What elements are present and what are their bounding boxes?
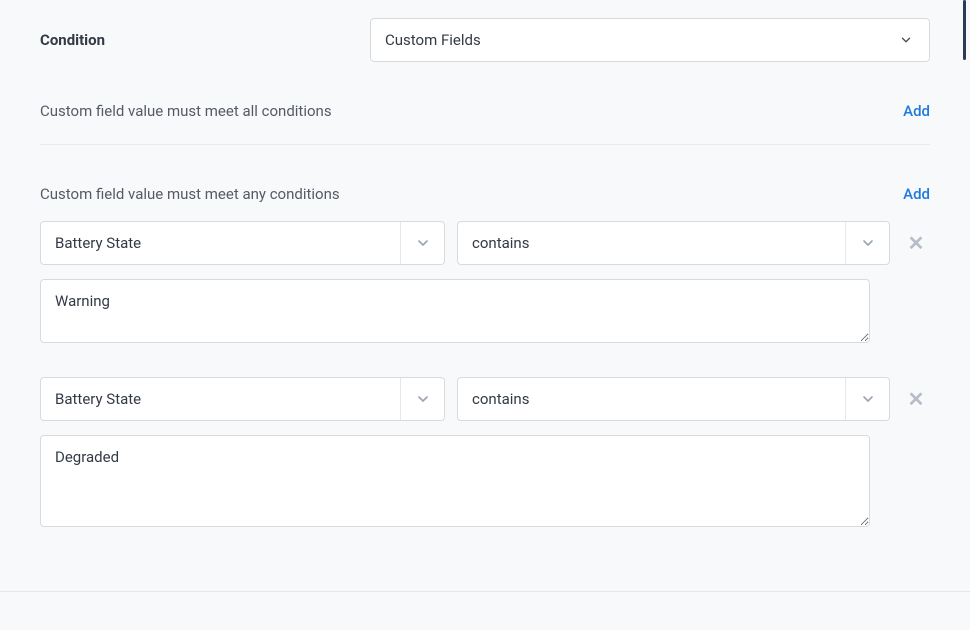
add-all-condition-button[interactable]: Add: [903, 102, 930, 120]
field-select-value: Battery State: [41, 378, 400, 420]
remove-condition-button[interactable]: ✕: [902, 385, 930, 413]
field-select[interactable]: Battery State: [40, 221, 445, 265]
operator-select[interactable]: contains: [457, 221, 890, 265]
remove-condition-button[interactable]: ✕: [902, 229, 930, 257]
scrollbar-indicator[interactable]: [963, 0, 966, 60]
value-textarea[interactable]: [40, 279, 870, 343]
condition-label: Condition: [40, 31, 340, 49]
close-icon: ✕: [908, 387, 925, 411]
operator-select-value: contains: [458, 222, 845, 264]
chevron-down-icon: [859, 234, 877, 252]
value-textarea[interactable]: [40, 435, 870, 527]
chevron-down-icon: [414, 390, 432, 408]
field-select-value: Battery State: [41, 222, 400, 264]
chevron-down-icon: [414, 234, 432, 252]
condition-select-value: Custom Fields: [385, 31, 481, 49]
all-conditions-title: Custom field value must meet all conditi…: [40, 102, 332, 120]
condition-row: Battery State contains ✕: [40, 377, 930, 421]
chevron-down-icon: [859, 390, 877, 408]
operator-select-value: contains: [458, 378, 845, 420]
condition-panel: Condition Custom Fields Custom field val…: [0, 0, 970, 592]
section-divider: [40, 144, 930, 145]
operator-select[interactable]: contains: [457, 377, 890, 421]
condition-row: Battery State contains ✕: [40, 221, 930, 265]
any-conditions-title: Custom field value must meet any conditi…: [40, 185, 340, 203]
close-icon: ✕: [908, 231, 925, 255]
chevron-down-icon: [897, 31, 915, 49]
condition-select[interactable]: Custom Fields: [370, 18, 930, 62]
add-any-condition-button[interactable]: Add: [903, 185, 930, 203]
field-select[interactable]: Battery State: [40, 377, 445, 421]
